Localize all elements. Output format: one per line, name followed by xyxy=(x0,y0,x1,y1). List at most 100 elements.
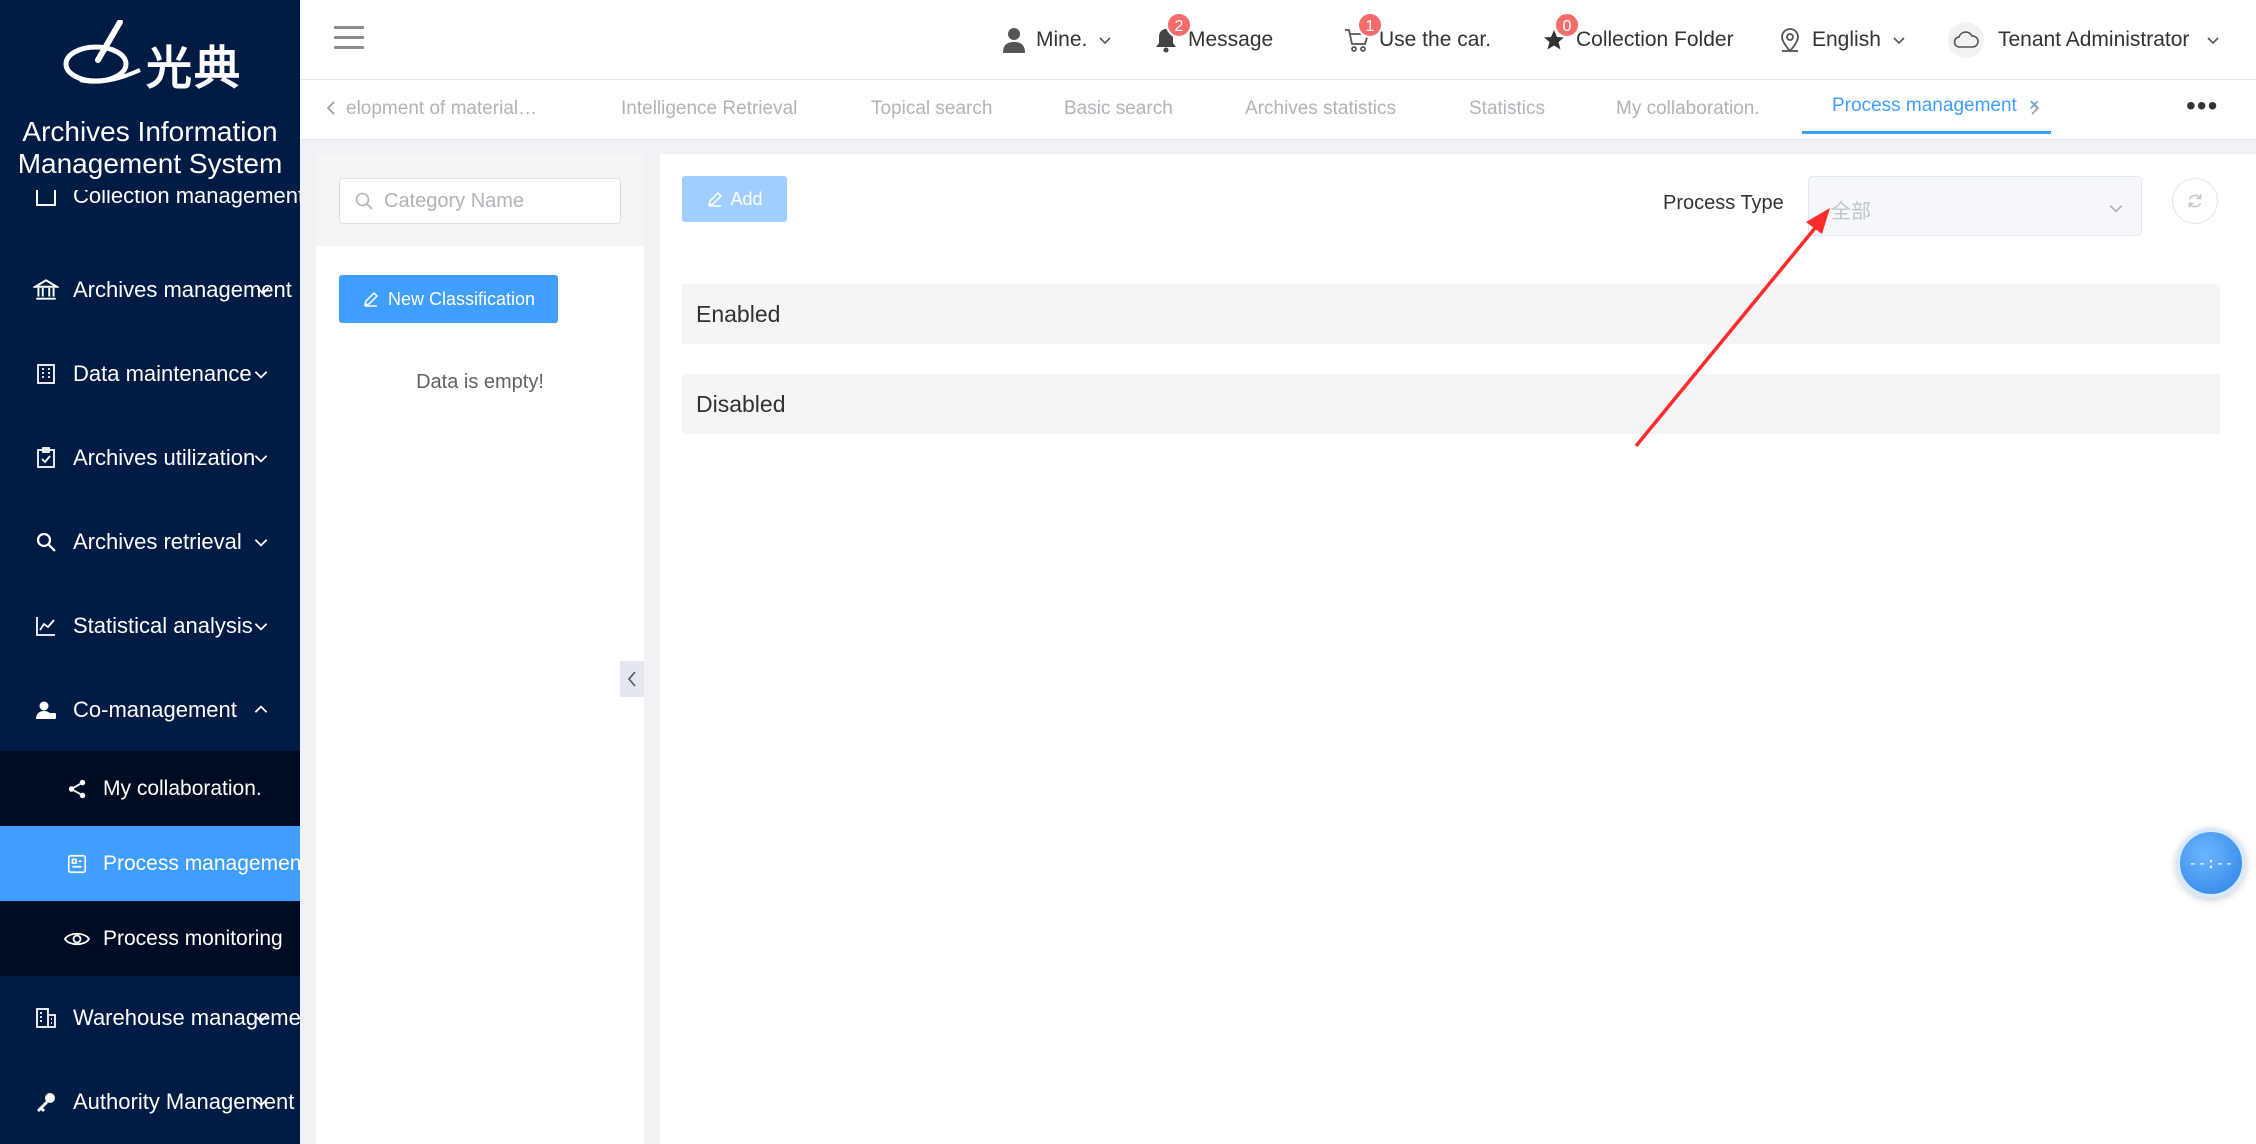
eye-icon xyxy=(64,926,90,952)
group-label: Enabled xyxy=(696,300,781,327)
sidebar-item-label: Archives retrieval xyxy=(73,529,242,554)
floating-timer-button[interactable]: --:-- xyxy=(2176,828,2246,898)
collection-label: Collection Folder xyxy=(1576,28,1734,51)
disabled-group-row[interactable]: Disabled xyxy=(682,374,2220,434)
bell-icon: 2 xyxy=(1152,12,1192,54)
add-label: Add xyxy=(730,188,763,209)
brand-area: 光典 Archives Information Management Syste… xyxy=(0,0,300,190)
tab-label: elopment of material… xyxy=(346,97,538,119)
chevron-down-icon xyxy=(254,539,268,547)
search-icon xyxy=(355,192,373,210)
tab-label: Process management xyxy=(1832,94,2017,116)
tab-archives-statistics[interactable]: Archives statistics xyxy=(1245,80,1396,137)
tab-label: Statistics xyxy=(1469,97,1546,119)
key-icon xyxy=(32,1088,60,1116)
sidebar-subitem-process-management[interactable]: Process management xyxy=(0,826,300,901)
sidebar-item-data-maintenance[interactable]: Data maintenance xyxy=(0,332,300,416)
cart-label: Use the car. xyxy=(1379,28,1492,51)
process-type-select[interactable]: 全部 xyxy=(1808,176,2142,236)
clipboard-check-icon xyxy=(32,444,60,472)
tab-basic-search[interactable]: Basic search xyxy=(1064,80,1173,137)
brand-logo-icon xyxy=(63,20,141,84)
collapse-panel-handle[interactable] xyxy=(620,661,644,697)
top-header: Mine. 2 Message 1 Use the car. 0 Collect… xyxy=(300,0,2256,80)
system-title-line1: Archives Information xyxy=(22,116,278,147)
tenant-label: Tenant Administrator xyxy=(1998,28,2190,51)
share-icon xyxy=(64,776,90,802)
process-type-value: 全部 xyxy=(1831,199,1871,223)
brand-logo-text: 光典 xyxy=(146,41,242,95)
chevron-down-icon xyxy=(254,1015,268,1023)
sidebar-item-label: Co-management xyxy=(73,697,237,722)
collection-folder-button[interactable]: 0 Collection Folder xyxy=(1540,0,1734,80)
tabs-bar: elopment of material… Intelligence Retri… xyxy=(300,80,2256,140)
chevron-down-icon xyxy=(1099,37,1111,45)
bank-icon xyxy=(32,276,60,304)
cart-icon: 1 xyxy=(1343,12,1383,54)
sidebar: Collection management Archives managemen… xyxy=(0,0,300,1144)
new-classification-label: New Classification xyxy=(387,288,536,309)
sidebar-item-label: Archives utilization xyxy=(73,445,256,470)
refresh-icon xyxy=(2188,194,2202,208)
tabs-scroll-right-icon[interactable] xyxy=(2026,98,2044,118)
language-select[interactable]: English xyxy=(1776,0,1907,80)
message-button[interactable]: 2 Message xyxy=(1152,0,1273,80)
more-icon[interactable]: ••• xyxy=(2186,92,2218,120)
chevron-down-icon xyxy=(254,1099,268,1107)
new-classification-button[interactable]: New Classification xyxy=(339,275,558,323)
chevron-down-icon xyxy=(254,455,268,463)
user-menu-label: Mine. xyxy=(1036,28,1088,51)
sidebar-item-authority-management[interactable]: Authority Management xyxy=(0,1060,300,1144)
sidebar-item-statistical-analysis[interactable]: Statistical analysis xyxy=(0,584,300,668)
line-chart-icon xyxy=(32,612,60,640)
menu-toggle-icon[interactable] xyxy=(334,26,364,52)
float-timer-text: --:-- xyxy=(2188,854,2234,872)
process-panel: Add Process Type 全部 Enabled Disabled xyxy=(660,154,2256,1144)
tab-statistics[interactable]: Statistics xyxy=(1469,80,1545,137)
tab-label: Intelligence Retrieval xyxy=(621,97,798,119)
sidebar-item-archives-management[interactable]: Archives management xyxy=(0,248,300,332)
process-type-label: Process Type xyxy=(1663,192,1784,214)
chevron-down-icon xyxy=(254,623,268,631)
category-search-input[interactable] xyxy=(384,189,614,213)
category-panel: New Classification Data is empty! xyxy=(316,154,644,1144)
sidebar-subitem-label: Process monitoring xyxy=(103,926,283,950)
user-menu[interactable]: Mine. xyxy=(1000,0,1113,80)
chevron-down-icon xyxy=(2109,205,2123,213)
enabled-group-row[interactable]: Enabled xyxy=(682,284,2220,344)
system-title-line2: Management System xyxy=(17,148,283,179)
location-pin-icon xyxy=(1776,26,1804,54)
sidebar-item-archives-utilization[interactable]: Archives utilization xyxy=(0,416,300,500)
tab-process-management[interactable]: Process management × xyxy=(1802,80,2052,134)
chevron-down-icon xyxy=(254,371,268,379)
sidebar-item-warehouse-management[interactable]: Warehouse management xyxy=(0,976,300,1060)
sidebar-item-label: Statistical analysis xyxy=(73,613,253,638)
chevron-down-icon xyxy=(2207,37,2220,45)
chevron-up-icon xyxy=(254,705,268,713)
sidebar-item-co-management[interactable]: Co-management xyxy=(0,668,300,752)
tab-my-collaboration[interactable]: My collaboration. xyxy=(1616,80,1760,137)
tabs-scroll-left-icon[interactable] xyxy=(322,98,340,118)
message-count-badge: 2 xyxy=(1166,12,1192,38)
edit-icon xyxy=(708,191,723,207)
add-button[interactable]: Add xyxy=(682,176,787,222)
tenant-menu[interactable]: Tenant Administrator xyxy=(1948,0,2221,80)
sidebar-subitem-label: My collaboration. xyxy=(103,776,262,800)
tab-label: Topical search xyxy=(871,97,993,119)
system-title: Archives Information Management System xyxy=(0,116,300,180)
sidebar-subitem-my-collaboration[interactable]: My collaboration. xyxy=(0,751,300,826)
collection-count-badge: 0 xyxy=(1554,12,1580,38)
building-icon xyxy=(32,360,60,388)
cart-button[interactable]: 1 Use the car. xyxy=(1343,0,1491,80)
tab-topical-search[interactable]: Topical search xyxy=(871,80,992,137)
tab-intelligence-retrieval[interactable]: Intelligence Retrieval xyxy=(621,80,797,137)
refresh-button[interactable] xyxy=(2172,178,2218,224)
group-label: Disabled xyxy=(696,390,786,417)
user-group-icon xyxy=(32,696,60,724)
tab-label: My collaboration. xyxy=(1616,97,1760,119)
category-search-field[interactable] xyxy=(339,178,621,224)
sidebar-subitem-process-monitoring[interactable]: Process monitoring xyxy=(0,901,300,976)
tab-development-of-material[interactable]: elopment of material… xyxy=(346,80,537,137)
sidebar-item-archives-retrieval[interactable]: Archives retrieval xyxy=(0,500,300,584)
category-search-area xyxy=(316,154,644,246)
